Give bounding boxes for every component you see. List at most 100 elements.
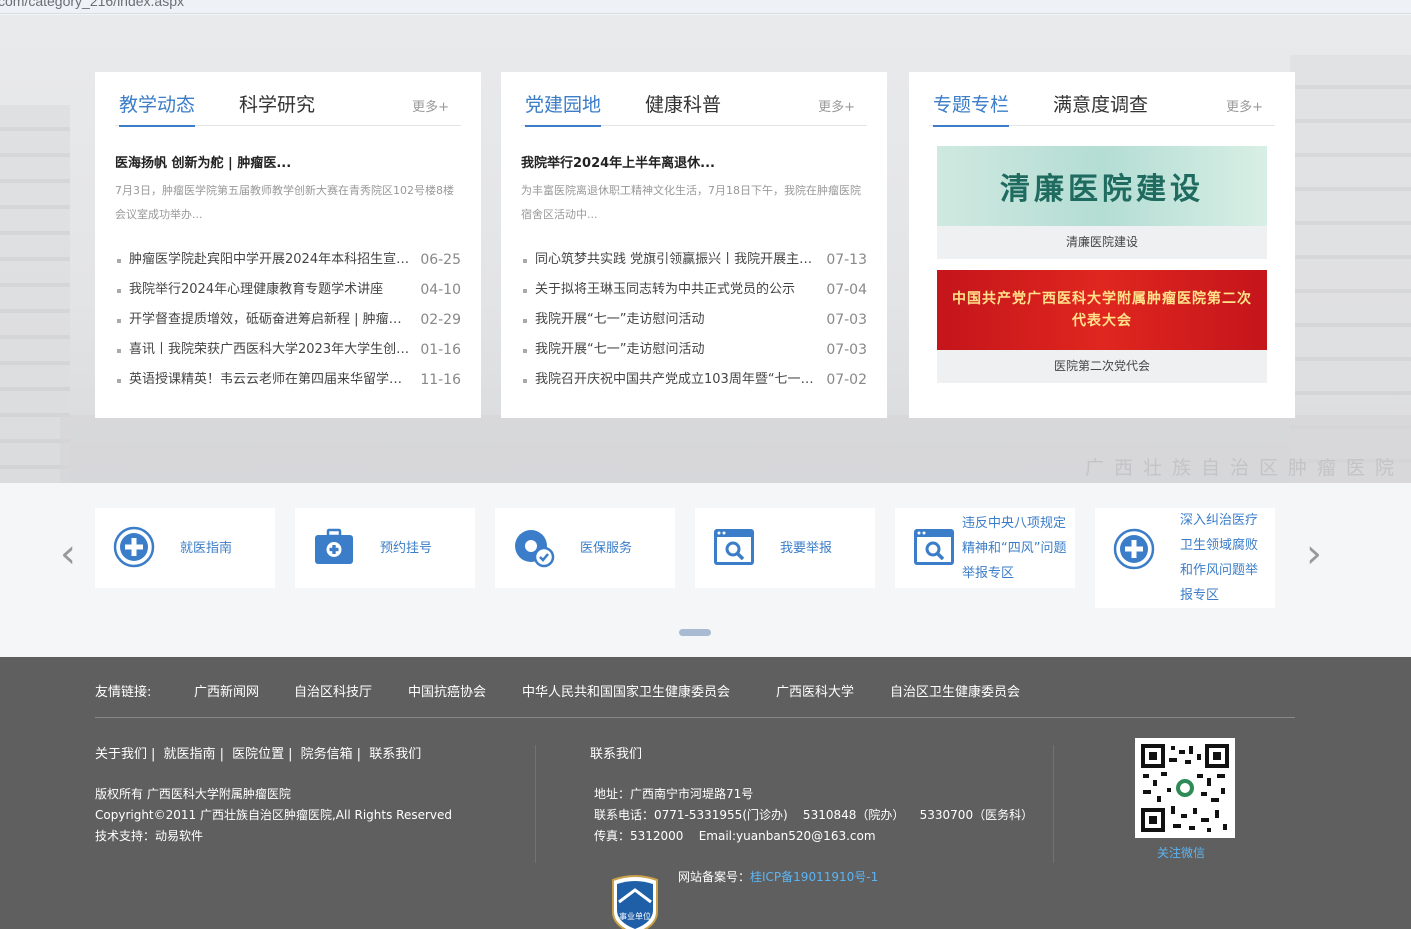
copyright-line: 版权所有 广西医科大学附属肿瘤医院 — [95, 787, 291, 801]
headline-link[interactable]: 我院举行2024年上半年离退休... — [521, 152, 867, 171]
news-title[interactable]: 关于拟将王琳玉同志转为中共正式党员的公示 — [535, 275, 820, 305]
nav-separator: | — [356, 747, 362, 762]
tab-satisfaction-survey[interactable]: 满意度调查 — [1053, 90, 1148, 125]
tab-teaching[interactable]: 教学动态 — [119, 90, 196, 127]
service-eight-rules-report[interactable]: 违反中央八项规定精神和“四风”问题举报专区 — [895, 508, 1075, 588]
copyright-line: Copyright©2011 广西壮族自治区肿瘤医院,All Rights Re… — [95, 808, 453, 822]
service-label: 深入纠治医疗卫生领域腐败和作风问题举报专区 — [1180, 513, 1259, 603]
tab-research[interactable]: 科学研究 — [239, 90, 315, 125]
news-date: 07-03 — [826, 312, 867, 328]
url-text: com/category_216/index.aspx — [0, 0, 184, 9]
tab-party[interactable]: 党建园地 — [525, 90, 602, 127]
news-title[interactable]: 喜讯丨我院荣获广西医科大学2023年大学生创新创业 — [129, 335, 414, 365]
news-list: 肿瘤医学院赴宾阳中学开展2024年本科招生宣传活动 06-25 我院举行2024年… — [115, 245, 461, 395]
more-link[interactable]: 更多+ — [1226, 96, 1263, 115]
banner-caption[interactable]: 医院第二次党代会 — [937, 350, 1267, 383]
footer-nav-contact[interactable]: 联系我们 — [369, 747, 421, 762]
footer-divider — [1053, 745, 1054, 863]
footer-nav-location[interactable]: 医院位置 — [232, 747, 284, 762]
headline-link[interactable]: 医海扬帆 创新为舵 | 肿瘤医... — [115, 152, 461, 171]
more-link[interactable]: 更多+ — [818, 96, 855, 115]
news-title[interactable]: 我院开展“七一”走访慰问活动 — [535, 335, 820, 365]
news-card-party: 党建园地 健康科普 更多+ 我院举行2024年上半年离退休... 为丰富医院离退… — [501, 72, 887, 418]
browser-url-bar[interactable]: com/category_216/index.aspx — [0, 0, 1411, 14]
chevron-left-icon[interactable]: ‹ — [60, 531, 76, 577]
news-date: 07-03 — [826, 342, 867, 358]
carousel-indicator[interactable] — [679, 629, 711, 636]
footer-nav-guide[interactable]: 就医指南 — [164, 747, 216, 762]
qr-code-icon — [1141, 744, 1229, 832]
icp-record: 网站备案号：桂ICP备19011910号-1 — [678, 868, 878, 885]
news-title[interactable]: 同心筑梦共实践 党旗引领赢振兴丨我院开展主题党日活动 — [535, 245, 820, 275]
more-link[interactable]: 更多+ — [412, 96, 449, 115]
wechat-caption[interactable]: 关注微信 — [1157, 844, 1205, 861]
list-item[interactable]: 关于拟将王琳玉同志转为中共正式党员的公示 07-04 — [521, 275, 867, 305]
list-item[interactable]: 我院举行2024年心理健康教育专题学术讲座 04-10 — [115, 275, 461, 305]
news-title[interactable]: 肿瘤医学院赴宾阳中学开展2024年本科招生宣传活动 — [129, 245, 414, 275]
list-item[interactable]: 英语授课精英！韦云云老师在第四届来华留学英语授课 11-16 — [115, 365, 461, 395]
service-label: 我要举报 — [780, 540, 833, 556]
service-appointment[interactable]: 预约挂号 — [295, 508, 475, 588]
contact-line: 传真：5312000 Email:yuanban520@163.com — [594, 829, 876, 843]
news-list: 同心筑梦共实践 党旗引领赢振兴丨我院开展主题党日活动 07-13 关于拟将王琳玉同… — [521, 245, 867, 395]
service-label: 医保服务 — [580, 540, 633, 556]
service-insurance[interactable]: 医保服务 — [495, 508, 675, 588]
news-title[interactable]: 英语授课精英！韦云云老师在第四届来华留学英语授课 — [129, 365, 414, 395]
news-date: 04-10 — [420, 282, 461, 298]
footer: 友情链接: 广西新闻网 自治区科技厅 中国抗癌协会 中华人民共和国国家卫生健康委… — [0, 657, 1411, 929]
list-item[interactable]: 我院召开庆祝中国共产党成立103周年暨“七一”表彰大会 07-02 — [521, 365, 867, 395]
insurance-gear-icon — [515, 530, 555, 568]
news-date: 07-02 — [826, 372, 867, 388]
headline-summary: 为丰富医院离退休职工精神文化生活，7月18日下午，我院在肿瘤医院宿舍区活动中..… — [521, 184, 861, 221]
service-carousel: ‹ › 就医指南 预约挂号 医保服务 我要举报 违反中央八项规定精神和“四风”问… — [0, 483, 1411, 657]
list-item[interactable]: 我院开展“七一”走访慰问活动 07-03 — [521, 305, 867, 335]
service-corruption-report[interactable]: 深入纠治医疗卫生领域腐败和作风问题举报专区 — [1095, 508, 1275, 608]
headline-summary: 7月3日，肿瘤医学院第五届教师教学创新大赛在青秀院区102号楼8楼会议室成功举办… — [115, 184, 454, 221]
news-title[interactable]: 我院举行2024年心理健康教育专题学术讲座 — [129, 275, 414, 305]
service-guide[interactable]: 就医指南 — [95, 508, 275, 588]
banner-clean-hospital[interactable]: 清廉医院建设 清廉医院建设 — [937, 146, 1267, 259]
friend-link[interactable]: 中华人民共和国国家卫生健康委员会 — [522, 681, 730, 700]
badge-text: 事业单位 — [619, 911, 651, 921]
service-label: 就医指南 — [180, 540, 233, 556]
footer-nav-about[interactable]: 关于我们 — [95, 747, 147, 762]
tab-health[interactable]: 健康科普 — [645, 90, 721, 125]
medical-kit-icon — [315, 528, 353, 564]
public-institution-badge-icon[interactable]: 事业单位 — [609, 874, 661, 929]
news-date: 07-04 — [826, 282, 867, 298]
news-date: 06-25 — [420, 252, 461, 268]
tab-special-topics[interactable]: 专题专栏 — [933, 90, 1010, 127]
footer-nav-mailbox[interactable]: 院务信箱 — [301, 747, 353, 762]
banner-caption[interactable]: 清廉医院建设 — [937, 226, 1267, 259]
card-tabs: 党建园地 健康科普 更多+ — [521, 72, 867, 127]
friend-link[interactable]: 中国抗癌协会 — [408, 681, 486, 700]
list-item[interactable]: 同心筑梦共实践 党旗引领赢振兴丨我院开展主题党日活动 07-13 — [521, 245, 867, 275]
news-date: 11-16 — [420, 372, 461, 388]
friend-link[interactable]: 广西医科大学 — [776, 681, 854, 700]
news-title[interactable]: 我院召开庆祝中国共产党成立103周年暨“七一”表彰大会 — [535, 365, 820, 395]
nav-separator: | — [288, 747, 293, 762]
friend-links: 友情链接: 广西新闻网 自治区科技厅 中国抗癌协会 中华人民共和国国家卫生健康委… — [95, 681, 1295, 718]
friend-link[interactable]: 自治区科技厅 — [294, 681, 372, 700]
friend-link[interactable]: 自治区卫生健康委员会 — [890, 681, 1020, 700]
list-item[interactable]: 我院开展“七一”走访慰问活动 07-03 — [521, 335, 867, 365]
news-title[interactable]: 我院开展“七一”走访慰问活动 — [535, 305, 820, 335]
icp-link[interactable]: 桂ICP备19011910号-1 — [750, 870, 878, 884]
report-search-icon — [914, 529, 954, 565]
news-title[interactable]: 开学督查提质增效，砥砺奋进筹启新程 | 肿瘤医学院 — [129, 305, 414, 335]
banner-party-congress[interactable]: 中国共产党广西医科大学附属肿瘤医院第二次代表大会 医院第二次党代会 — [937, 270, 1267, 383]
friend-link[interactable]: 广西新闻网 — [194, 681, 259, 700]
special-topics-card: 专题专栏 满意度调查 更多+ 清廉医院建设 清廉医院建设 中国共产党广西医科大学… — [909, 72, 1295, 418]
list-item[interactable]: 喜讯丨我院荣获广西医科大学2023年大学生创新创业 01-16 — [115, 335, 461, 365]
footer-nav: 关于我们 | 就医指南 | 医院位置 | 院务信箱 | 联系我们 — [95, 743, 452, 762]
report-search-icon — [714, 529, 754, 565]
news-date: 01-16 — [420, 342, 461, 358]
nav-separator: | — [151, 747, 156, 762]
service-report[interactable]: 我要举报 — [695, 508, 875, 588]
news-date: 02-29 — [420, 312, 461, 328]
list-item[interactable]: 肿瘤医学院赴宾阳中学开展2024年本科招生宣传活动 06-25 — [115, 245, 461, 275]
contact-title: 联系我们 — [590, 747, 643, 762]
chevron-right-icon[interactable]: › — [1306, 531, 1322, 577]
wechat-qr-code — [1135, 738, 1235, 838]
list-item[interactable]: 开学督查提质增效，砥砺奋进筹启新程 | 肿瘤医学院 02-29 — [115, 305, 461, 335]
